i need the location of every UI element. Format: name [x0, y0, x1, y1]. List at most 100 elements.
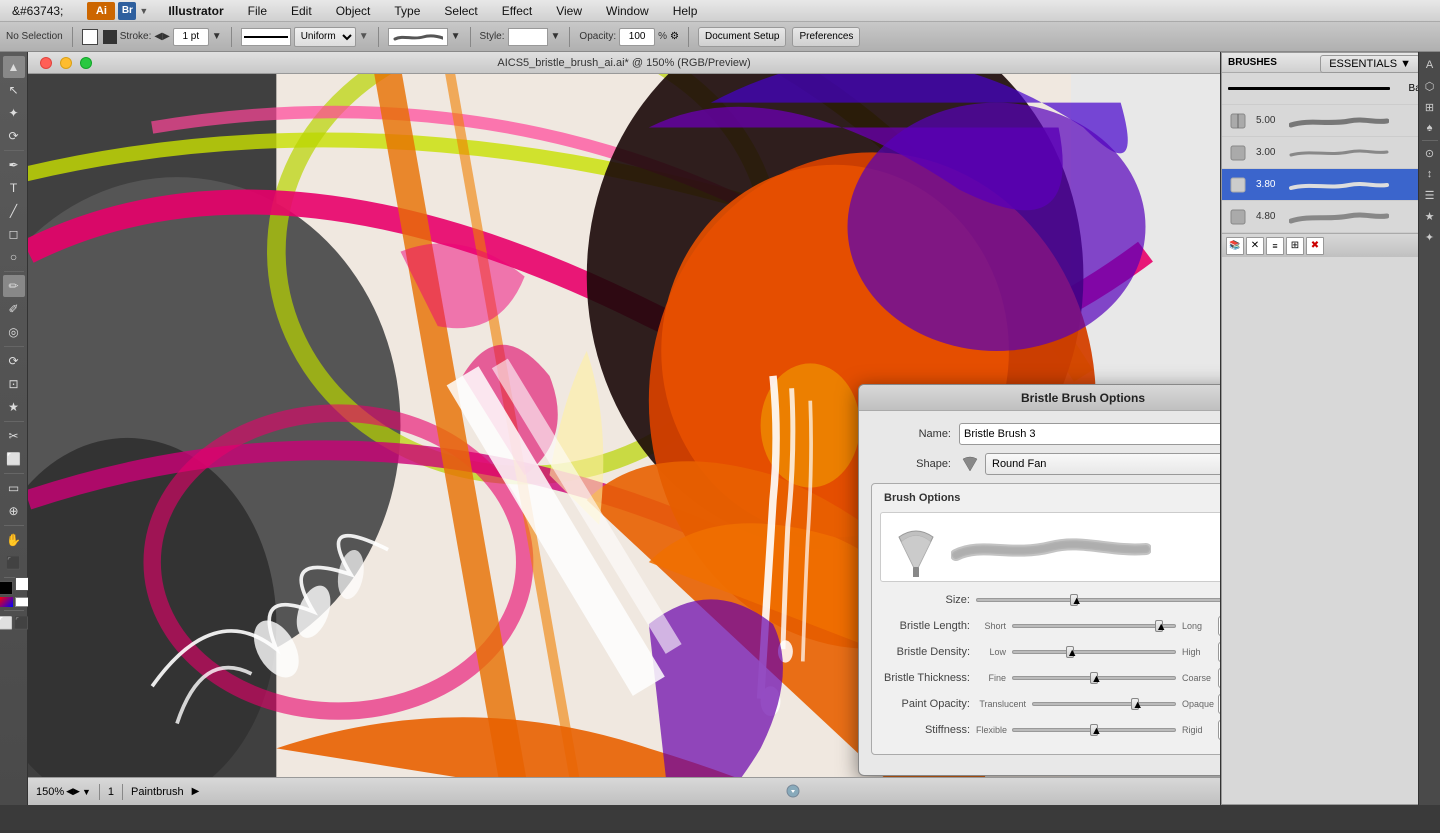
bristle-density-thumb[interactable]: ▲: [1066, 646, 1074, 658]
fullscreen-view-btn[interactable]: ⬛: [15, 616, 29, 630]
tool-rotate[interactable]: ⟳: [3, 350, 25, 372]
menu-type[interactable]: Type: [390, 2, 424, 20]
zoom-dropdown[interactable]: ▼: [82, 787, 91, 797]
side-icon-2[interactable]: ⬡: [1421, 77, 1439, 95]
tool-pencil[interactable]: ✐: [3, 298, 25, 320]
paint-opacity-track[interactable]: ▲: [1032, 702, 1176, 706]
essentials-button[interactable]: ESSENTIALS ▼: [1320, 55, 1420, 73]
tool-lasso[interactable]: ⟳: [3, 125, 25, 147]
tool-select[interactable]: ▲: [3, 56, 25, 78]
side-icon-1[interactable]: A: [1421, 56, 1439, 74]
menu-select[interactable]: Select: [440, 2, 481, 20]
brush-name-input[interactable]: [959, 423, 1220, 445]
brush-duplicate-btn[interactable]: ⊞: [1286, 237, 1304, 255]
brush-remove-btn[interactable]: ✖: [1306, 237, 1324, 255]
brush-item-480[interactable]: 4.80: [1222, 201, 1439, 233]
brush-item-500[interactable]: 5.00: [1222, 105, 1439, 137]
bristle-thickness-track[interactable]: ▲: [1012, 676, 1176, 680]
stroke-value-input[interactable]: [173, 28, 209, 46]
stroke-type-select[interactable]: Uniform: [294, 27, 356, 47]
win-max-btn[interactable]: [80, 57, 92, 69]
brush-item-basic[interactable]: Basic: [1222, 73, 1439, 105]
tool-paintbrush[interactable]: ✏: [3, 275, 25, 297]
side-icon-9[interactable]: ✦: [1421, 228, 1439, 246]
win-close-btn[interactable]: [40, 57, 52, 69]
bristle-density-label: Bristle Density:: [880, 646, 970, 658]
side-icon-4[interactable]: ♠: [1421, 119, 1439, 137]
tool-eraser[interactable]: ◎: [3, 321, 25, 343]
stiffness-value[interactable]: 50: [1218, 720, 1220, 740]
tool-warp[interactable]: ★: [3, 396, 25, 418]
opacity-input[interactable]: [619, 28, 655, 46]
tool-symbol[interactable]: ✂: [3, 425, 25, 447]
brush-item-300[interactable]: 3.00: [1222, 137, 1439, 169]
stiffness-track[interactable]: ▲: [1012, 728, 1176, 732]
style-arrow[interactable]: ▼: [551, 31, 561, 42]
zoom-arrow[interactable]: ◀▶: [66, 786, 80, 797]
size-slider-track[interactable]: ▲: [976, 598, 1220, 602]
fill-color-swatch[interactable]: [103, 30, 117, 44]
brush-delete-line-btn[interactable]: ✕: [1246, 237, 1264, 255]
tool-rect[interactable]: ◻: [3, 223, 25, 245]
normal-view-btn[interactable]: ⬜: [0, 616, 13, 630]
tool-slice[interactable]: ⊕: [3, 500, 25, 522]
opacity-options[interactable]: ⚙: [670, 31, 679, 42]
side-icon-5[interactable]: ⊙: [1421, 144, 1439, 162]
side-icon-6[interactable]: ↕: [1421, 165, 1439, 183]
paint-opacity-thumb[interactable]: ▲: [1131, 698, 1139, 710]
tool-line[interactable]: ╱: [3, 200, 25, 222]
menu-illustrator[interactable]: Illustrator: [164, 2, 227, 20]
menu-edit[interactable]: Edit: [287, 2, 316, 20]
tool-column-graph[interactable]: ⬜: [3, 448, 25, 470]
stroke-arrow[interactable]: ▼: [359, 31, 369, 42]
bristle-length-value[interactable]: 100: [1218, 616, 1220, 636]
bristle-thickness-value[interactable]: 50: [1218, 668, 1220, 688]
menu-effect[interactable]: Effect: [498, 2, 536, 20]
bristle-length-track[interactable]: ▲: [1012, 624, 1176, 628]
paint-opacity-value[interactable]: 75: [1218, 694, 1220, 714]
side-icon-7[interactable]: ☰: [1421, 186, 1439, 204]
menu-view[interactable]: View: [552, 2, 586, 20]
brush-library-btn[interactable]: 📚: [1226, 237, 1244, 255]
brush-item-380[interactable]: 3.80: [1222, 169, 1439, 201]
doc-setup-button[interactable]: Document Setup: [698, 27, 787, 47]
style-swatch[interactable]: [508, 28, 548, 46]
bristle-thickness-thumb[interactable]: ▲: [1090, 672, 1098, 684]
tool-direct-select[interactable]: ↖: [3, 79, 25, 101]
stroke-unit-arrow[interactable]: ▼: [212, 31, 222, 42]
artwork[interactable]: Bristle Brush Options Name: Shape:: [28, 74, 1220, 777]
bristle-density-value[interactable]: 33: [1218, 642, 1220, 662]
size-slider-thumb[interactable]: ▲: [1070, 594, 1078, 606]
brush-select-arrow[interactable]: ▼: [451, 31, 461, 42]
stroke-swatch[interactable]: [15, 577, 29, 591]
win-min-btn[interactable]: [60, 57, 72, 69]
tool-scale[interactable]: ⊡: [3, 373, 25, 395]
tool-ellipse[interactable]: ○: [3, 246, 25, 268]
brush-options-btn[interactable]: ≡: [1266, 237, 1284, 255]
tool-arrow[interactable]: ▶: [192, 786, 200, 797]
tool-artboard[interactable]: ▭: [3, 477, 25, 499]
stroke-arrows[interactable]: ◀▶: [154, 31, 169, 42]
menu-file[interactable]: File: [244, 2, 271, 20]
menu-help[interactable]: Help: [669, 2, 702, 20]
tool-type[interactable]: T: [3, 177, 25, 199]
tool-pen[interactable]: ✒: [3, 154, 25, 176]
color-mode-btn[interactable]: [0, 597, 13, 607]
stiffness-thumb[interactable]: ▲: [1090, 724, 1098, 736]
fill-swatch[interactable]: [0, 581, 13, 595]
stroke-color-swatch[interactable]: [82, 29, 98, 45]
tool-magic-wand[interactable]: ✦: [3, 102, 25, 124]
scroll-arrow[interactable]: [786, 784, 800, 801]
bristle-length-thumb[interactable]: ▲: [1155, 620, 1163, 632]
apple-menu[interactable]: &#63743;: [8, 2, 67, 20]
menu-object[interactable]: Object: [332, 2, 375, 20]
side-icon-8[interactable]: ★: [1421, 207, 1439, 225]
none-mode-btn[interactable]: [15, 597, 29, 607]
preferences-button[interactable]: Preferences: [792, 27, 860, 47]
workspace-switcher[interactable]: ▼: [139, 6, 148, 16]
side-icon-3[interactable]: ⊞: [1421, 98, 1439, 116]
bristle-density-track[interactable]: ▲: [1012, 650, 1176, 654]
tool-zoom[interactable]: ⬛: [3, 552, 25, 574]
menu-window[interactable]: Window: [602, 2, 653, 20]
tool-hand[interactable]: ✋: [3, 529, 25, 551]
